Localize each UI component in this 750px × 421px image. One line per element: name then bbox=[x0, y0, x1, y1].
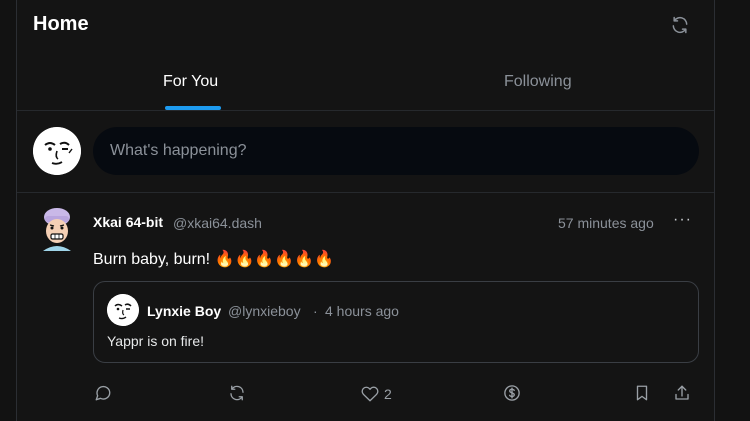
page-title: Home bbox=[33, 13, 89, 35]
bookmark-icon bbox=[636, 385, 648, 401]
reply-icon bbox=[95, 385, 111, 401]
refresh-icon[interactable] bbox=[670, 15, 690, 35]
heart-icon bbox=[361, 386, 379, 402]
bookmark-button[interactable] bbox=[633, 384, 651, 404]
quote-separator: · bbox=[313, 303, 318, 319]
dollar-icon bbox=[504, 385, 520, 401]
avatar[interactable] bbox=[35, 205, 79, 253]
quote-timestamp: 4 hours ago bbox=[325, 303, 399, 319]
quote-author-name[interactable]: Lynxie Boy bbox=[147, 303, 221, 319]
avatar[interactable] bbox=[33, 127, 81, 175]
post-author-name[interactable]: Xkai 64-bit bbox=[93, 214, 163, 230]
quote-text: Yappr is on fire! bbox=[107, 333, 205, 349]
share-button[interactable] bbox=[673, 384, 691, 404]
share-icon bbox=[675, 385, 689, 400]
repost-button[interactable] bbox=[228, 384, 246, 404]
quote-author-handle[interactable]: @lynxieboy bbox=[228, 303, 301, 319]
post-author-handle[interactable]: @xkai64.dash bbox=[173, 215, 262, 231]
compose-input[interactable] bbox=[93, 127, 699, 175]
like-count: 2 bbox=[384, 386, 392, 402]
main-column: Home For You Following What's happening?… bbox=[16, 0, 715, 421]
tab-following[interactable]: Following bbox=[504, 73, 572, 91]
repost-icon bbox=[230, 385, 244, 401]
like-button[interactable]: 2 bbox=[361, 384, 392, 404]
post[interactable]: Xkai 64-bit @xkai64.dash 57 minutes ago … bbox=[17, 193, 714, 421]
post-text: Burn baby, burn! 🔥🔥🔥🔥🔥🔥 bbox=[93, 251, 335, 268]
avatar[interactable] bbox=[107, 294, 139, 326]
home-header: Home For You Following bbox=[17, 0, 714, 111]
more-options-button[interactable]: ··· bbox=[673, 211, 692, 229]
composer bbox=[17, 111, 714, 193]
reply-button[interactable] bbox=[94, 384, 112, 404]
post-timestamp: 57 minutes ago bbox=[558, 215, 654, 231]
tip-button[interactable] bbox=[503, 384, 521, 404]
active-tab-indicator bbox=[165, 106, 221, 110]
tab-for-you[interactable]: For You bbox=[163, 73, 218, 91]
quoted-post[interactable]: Lynxie Boy @lynxieboy · 4 hours ago Yapp… bbox=[93, 281, 699, 363]
